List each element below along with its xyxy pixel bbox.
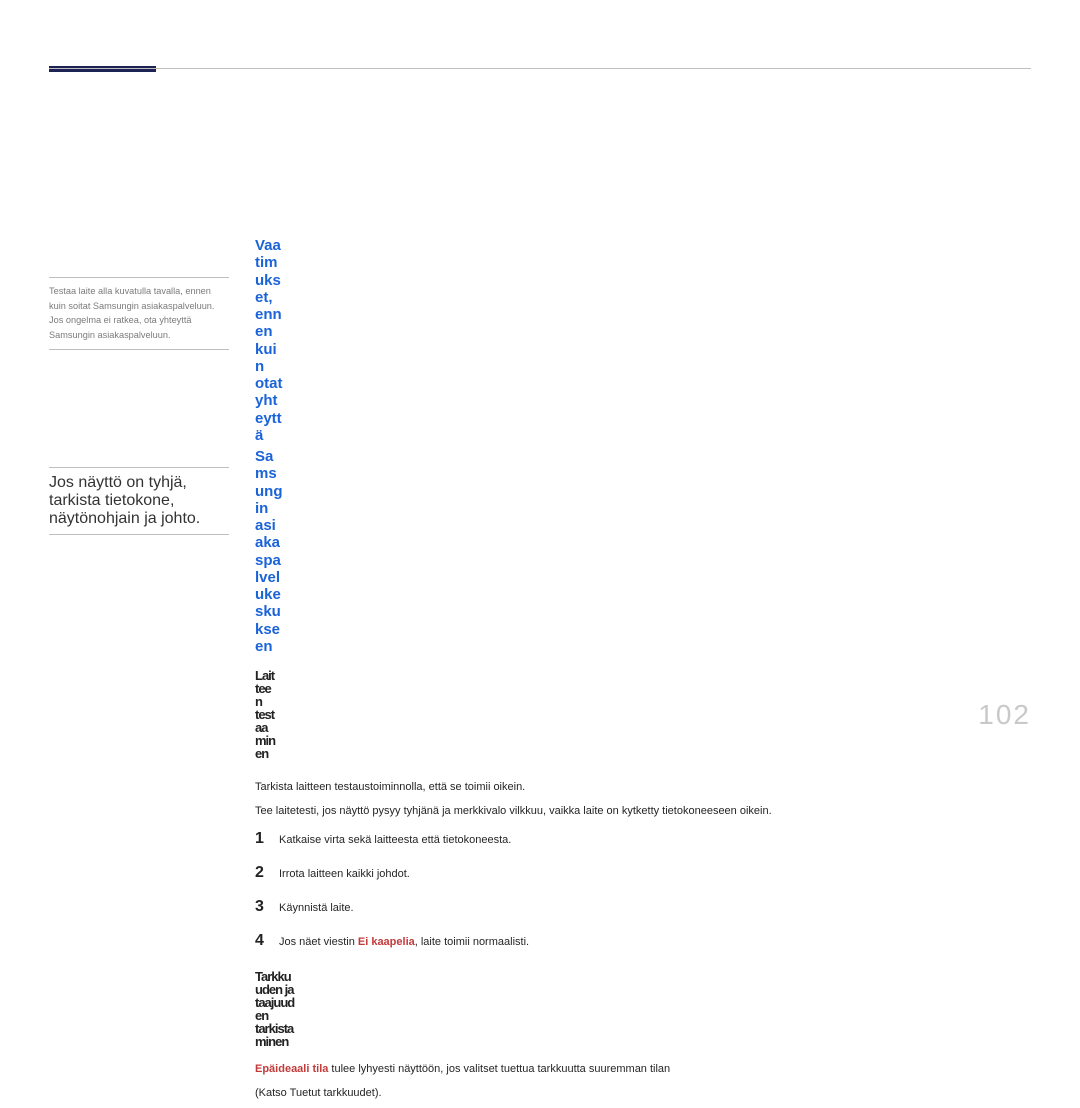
subheading-resolution: Tarkkuuden ja taajuuden tarkistaminen (255, 970, 295, 1048)
step-list: 1 Katkaise virta sekä laitteesta että ti… (255, 830, 1010, 950)
step-4-post: , laite toimii normaalisti. (415, 936, 529, 948)
page-number: 102 (978, 699, 1031, 731)
section-heading-requirements-l1: Vaatimukset, ennen kuin otat yhteyttä (255, 237, 283, 444)
sidebar-note-1: Testaa laite alla kuvatulla tavalla, enn… (49, 277, 229, 350)
step-number: 3 (255, 898, 279, 916)
step-4-highlight: Ei kaapelia (358, 936, 415, 948)
divider (49, 534, 229, 535)
step-text: Katkaise virta sekä laitteesta että tiet… (279, 834, 511, 846)
section-heading-requirements-l2: Samsungin asiakaspalvelukeskukseen (255, 448, 283, 655)
sidebar-note-text: Jos näyttö on tyhjä, tarkista tietokone,… (49, 474, 229, 528)
intro-paragraph-2: Tee laitetesti, jos näyttö pysyy tyhjänä… (255, 802, 1010, 821)
step-number: 4 (255, 932, 279, 950)
sidebar-note-text: Testaa laite alla kuvatulla tavalla, enn… (49, 284, 229, 343)
step-text: Irrota laitteen kaikki johdot. (279, 868, 410, 880)
sidebar-note-2: Jos näyttö on tyhjä, tarkista tietokone,… (49, 467, 229, 535)
divider (49, 467, 229, 468)
resolution-highlight: Epäideaali tila (255, 1063, 328, 1075)
intro-paragraph-1: Tarkista laitteen testaustoiminnolla, et… (255, 778, 1010, 797)
resolution-paragraph-1: Epäideaali tila tulee lyhyesti näyttöön,… (255, 1060, 1010, 1079)
step-item: 2 Irrota laitteen kaikki johdot. (255, 864, 1010, 882)
step-number: 1 (255, 830, 279, 848)
step-4-pre: Jos näet viestin (279, 936, 358, 948)
header-divider (49, 68, 1031, 69)
resolution-rest: tulee lyhyesti näyttöön, jos valitset tu… (328, 1063, 670, 1075)
step-item: 1 Katkaise virta sekä laitteesta että ti… (255, 830, 1010, 848)
step-item: 3 Käynnistä laite. (255, 898, 1010, 916)
step-text: Käynnistä laite. (279, 902, 354, 914)
step-number: 2 (255, 864, 279, 882)
resolution-paragraph-2: (Katso Tuetut tarkkuudet). (255, 1084, 1010, 1103)
subheading-testing: Laitteen testaaminen (255, 669, 277, 760)
divider (49, 277, 229, 278)
main-content: Vaatimukset, ennen kuin otat yhteyttä Sa… (255, 237, 1010, 1108)
step-text: Jos näet viestin Ei kaapelia, laite toim… (279, 936, 529, 948)
divider (49, 349, 229, 350)
step-item: 4 Jos näet viestin Ei kaapelia, laite to… (255, 932, 1010, 950)
manual-page: Testaa laite alla kuvatulla tavalla, enn… (0, 0, 1080, 763)
